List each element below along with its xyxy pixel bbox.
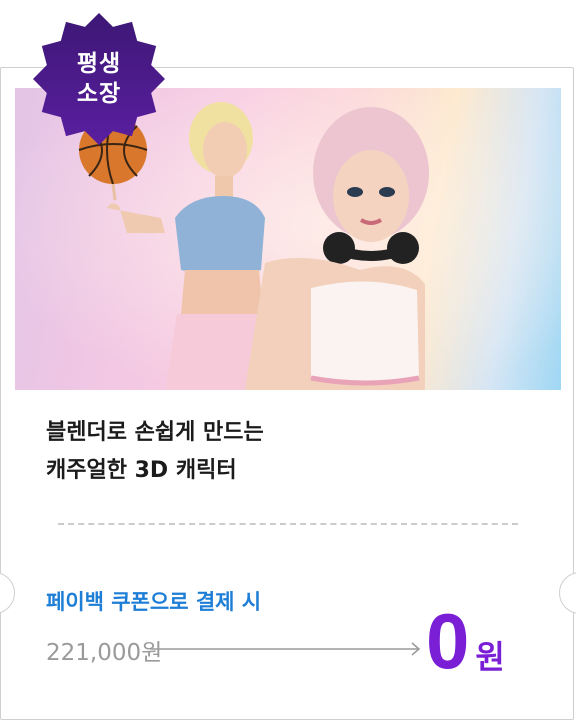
final-price: 0 원 (426, 596, 505, 686)
badge-line2: 소장 (76, 81, 122, 107)
ticket-notch-right (559, 572, 576, 614)
strike-arrow-icon (150, 642, 421, 656)
product-title-line2: 캐주얼한 3D 캐릭터 (46, 458, 237, 483)
product-title-line1: 블렌더로 손쉽게 만드는 (46, 420, 264, 445)
payback-label: 페이백 쿠폰으로 결제 시 (46, 590, 262, 614)
final-price-unit: 원 (475, 638, 505, 676)
badge-line1: 평생 (76, 51, 122, 77)
ticket-notch-left (0, 572, 15, 614)
product-title[interactable]: 블렌더로 손쉽게 만드는 캐주얼한 3D 캐릭터 (46, 414, 264, 490)
final-price-amount: 0 (426, 597, 470, 685)
lifetime-badge: 평생 소장 (30, 10, 168, 148)
original-price: 221,000원 (46, 640, 163, 666)
dashed-divider (58, 523, 518, 525)
